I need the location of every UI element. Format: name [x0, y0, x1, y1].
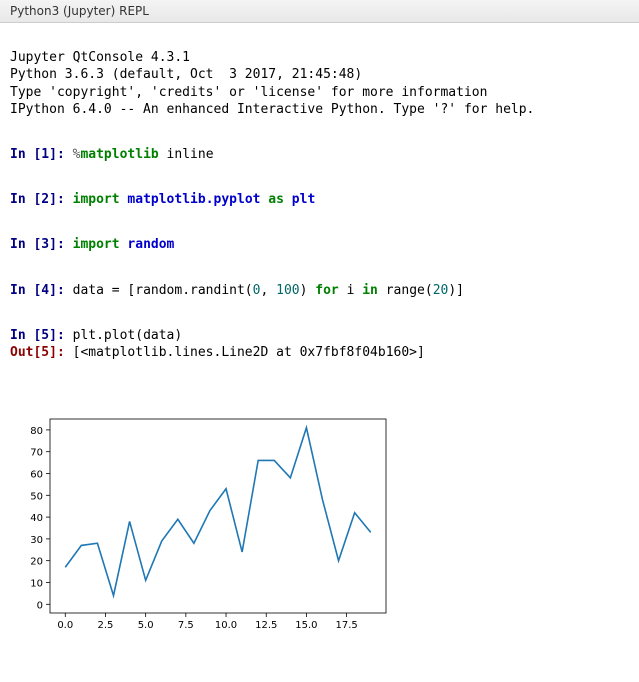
svg-text:10.0: 10.0 [215, 620, 237, 631]
cell-3: In [3]: import random [10, 236, 629, 254]
cell-4: In [4]: data = [random.randint(0, 100) f… [10, 282, 629, 300]
out-value: [<matplotlib.lines.Line2D at 0x7fbf8f04b… [73, 345, 425, 360]
svg-text:50: 50 [30, 491, 43, 502]
num-literal: 20 [433, 283, 449, 298]
code-text: data = [random.randint( [73, 283, 253, 298]
inline-chart: 0 10 20 30 40 50 60 70 80 0.0 2.5 5.0 7.5 10.0 12.5 15.… [16, 393, 629, 656]
svg-text:5.0: 5.0 [138, 620, 154, 631]
svg-text:0: 0 [37, 600, 43, 611]
code-text: ) [300, 283, 316, 298]
module-name: random [127, 237, 174, 252]
window-title: Python3 (Jupyter) REPL [10, 4, 149, 18]
in-prompt: In [5]: [10, 328, 73, 343]
magic-arg: inline [159, 147, 214, 162]
banner-line: Jupyter QtConsole 4.3.1 [10, 50, 190, 65]
in-prompt: In [3]: [10, 237, 73, 252]
svg-text:2.5: 2.5 [98, 620, 114, 631]
window-titlebar: Python3 (Jupyter) REPL [0, 0, 639, 23]
svg-text:40: 40 [30, 513, 43, 524]
kw-as: as [260, 192, 291, 207]
num-literal: 100 [276, 283, 299, 298]
cell-5: In [5]: plt.plot(data) Out[5]: [<matplot… [10, 327, 629, 362]
in-prompt: In [1]: [10, 147, 73, 162]
repl-output[interactable]: Jupyter QtConsole 4.3.1 Python 3.6.3 (de… [0, 23, 639, 682]
banner-line: Type 'copyright', 'credits' or 'license'… [10, 85, 487, 100]
module-name: matplotlib.pyplot [127, 192, 260, 207]
code-text: i [339, 283, 362, 298]
in-prompt: In [4]: [10, 283, 73, 298]
in-prompt: In [2]: [10, 192, 73, 207]
repl-banner: Jupyter QtConsole 4.3.1 Python 3.6.3 (de… [10, 49, 629, 119]
svg-text:17.5: 17.5 [335, 620, 357, 631]
kw-import: import [73, 237, 128, 252]
kw-in: in [362, 283, 378, 298]
code-text: plt.plot(data) [73, 328, 183, 343]
alias-name: plt [292, 192, 315, 207]
svg-text:15.0: 15.0 [295, 620, 317, 631]
kw-import: import [73, 192, 128, 207]
banner-line: IPython 6.4.0 -- An enhanced Interactive… [10, 102, 534, 117]
line-chart: 0 10 20 30 40 50 60 70 80 0.0 2.5 5.0 7.5 10.0 12.5 15.… [16, 411, 396, 639]
svg-text:60: 60 [30, 469, 43, 480]
svg-text:0.0: 0.0 [57, 620, 73, 631]
out-prompt: Out[5]: [10, 345, 73, 360]
svg-text:70: 70 [30, 448, 43, 459]
kw-for: for [315, 283, 338, 298]
banner-line: Python 3.6.3 (default, Oct 3 2017, 21:45… [10, 67, 362, 82]
svg-text:80: 80 [30, 426, 43, 437]
svg-text:12.5: 12.5 [255, 620, 277, 631]
cell-2: In [2]: import matplotlib.pyplot as plt [10, 191, 629, 209]
code-text: range( [378, 283, 433, 298]
code-text: , [260, 283, 276, 298]
magic-name: matplotlib [80, 147, 158, 162]
svg-text:7.5: 7.5 [178, 620, 194, 631]
code-text: )] [448, 283, 464, 298]
cell-1: In [1]: %matplotlib inline [10, 146, 629, 164]
svg-text:10: 10 [30, 578, 43, 589]
svg-text:30: 30 [30, 535, 43, 546]
svg-text:20: 20 [30, 557, 43, 568]
